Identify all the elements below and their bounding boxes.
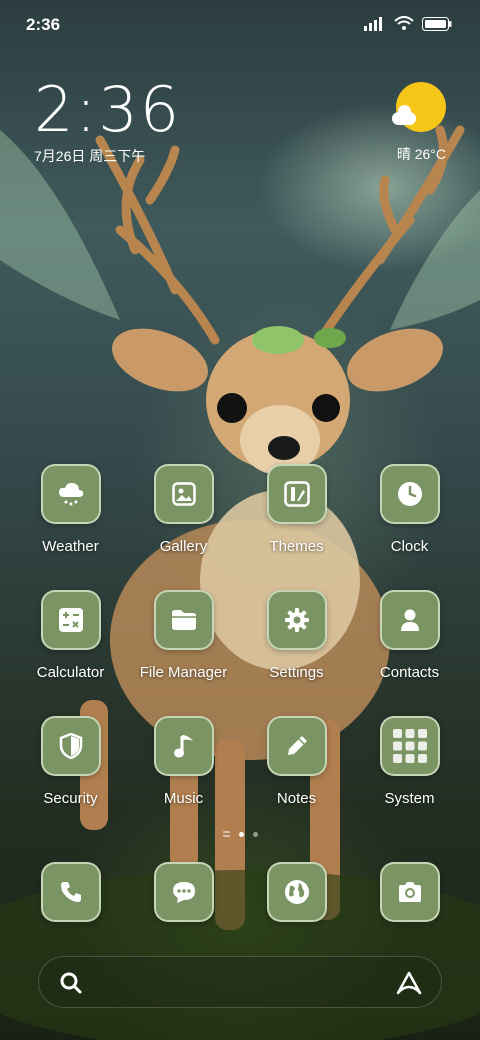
weather-summary: 晴 26°C — [396, 146, 446, 162]
app-settings[interactable]: Settings — [240, 590, 353, 681]
page-dot — [252, 831, 258, 837]
wifi-icon — [394, 16, 414, 30]
assistant-icon[interactable] — [395, 970, 423, 996]
app-file-manager[interactable]: File Manager — [127, 590, 240, 681]
music-note-icon — [153, 716, 214, 776]
pencil-icon — [266, 716, 327, 776]
app-themes[interactable]: Themes — [240, 464, 353, 555]
app-notes[interactable]: Notes — [240, 716, 353, 807]
widget-date: 7月26日 周三下午 — [34, 148, 146, 164]
page-indicator[interactable] — [0, 831, 480, 837]
themes-icon — [266, 464, 327, 524]
weather-widget[interactable]: 晴 26°C — [392, 82, 446, 164]
folder-grid-icon — [379, 716, 440, 776]
signal-icon — [364, 16, 382, 31]
app-label: Settings — [269, 664, 324, 681]
app-weather[interactable]: Weather — [14, 464, 127, 555]
folder-system[interactable]: System — [353, 716, 466, 807]
clock-icon — [379, 464, 440, 524]
battery-icon — [422, 16, 452, 31]
globe-icon — [266, 862, 327, 922]
weather-icon — [40, 464, 101, 524]
person-icon — [379, 590, 440, 650]
app-label: Gallery — [159, 538, 208, 555]
gallery-icon — [153, 464, 214, 524]
app-label: Music — [163, 790, 204, 807]
phone-icon — [40, 862, 101, 922]
app-security[interactable]: Security — [14, 716, 127, 807]
dock-camera[interactable] — [353, 862, 466, 922]
app-label: Clock — [390, 538, 429, 555]
chat-icon — [153, 862, 214, 922]
calculator-icon — [40, 590, 101, 650]
sun-cloud-icon — [392, 82, 446, 132]
app-label: Weather — [42, 538, 99, 555]
dock-phone[interactable] — [14, 862, 127, 922]
shield-icon — [40, 716, 101, 776]
app-music[interactable]: Music — [127, 716, 240, 807]
app-label: Security — [43, 790, 98, 807]
app-label: Notes — [276, 790, 317, 807]
status-bar: 2:36 — [0, 0, 480, 50]
app-label: Calculator — [36, 664, 105, 681]
dock-messages[interactable] — [127, 862, 240, 922]
app-label: File Manager — [139, 664, 228, 681]
folder-icon — [153, 590, 214, 650]
clock-widget[interactable]: 2:36 7月26日 周三下午 — [34, 78, 181, 166]
camera-icon — [379, 862, 440, 922]
gear-icon — [266, 590, 327, 650]
status-time: 2:36 — [26, 15, 61, 34]
app-label: System — [384, 790, 435, 807]
dock-browser[interactable] — [240, 862, 353, 922]
status-icons — [364, 16, 452, 31]
app-calculator[interactable]: Calculator — [14, 590, 127, 681]
widget-time: 2:36 — [34, 73, 182, 146]
page-menu-indicator — [222, 831, 230, 837]
search-icon[interactable] — [59, 971, 83, 995]
search-bar[interactable] — [38, 956, 442, 1008]
app-gallery[interactable]: Gallery — [127, 464, 240, 555]
app-contacts[interactable]: Contacts — [353, 590, 466, 681]
page-dot-active — [238, 831, 244, 837]
app-clock[interactable]: Clock — [353, 464, 466, 555]
app-label: Contacts — [379, 664, 440, 681]
app-label: Themes — [269, 538, 324, 555]
